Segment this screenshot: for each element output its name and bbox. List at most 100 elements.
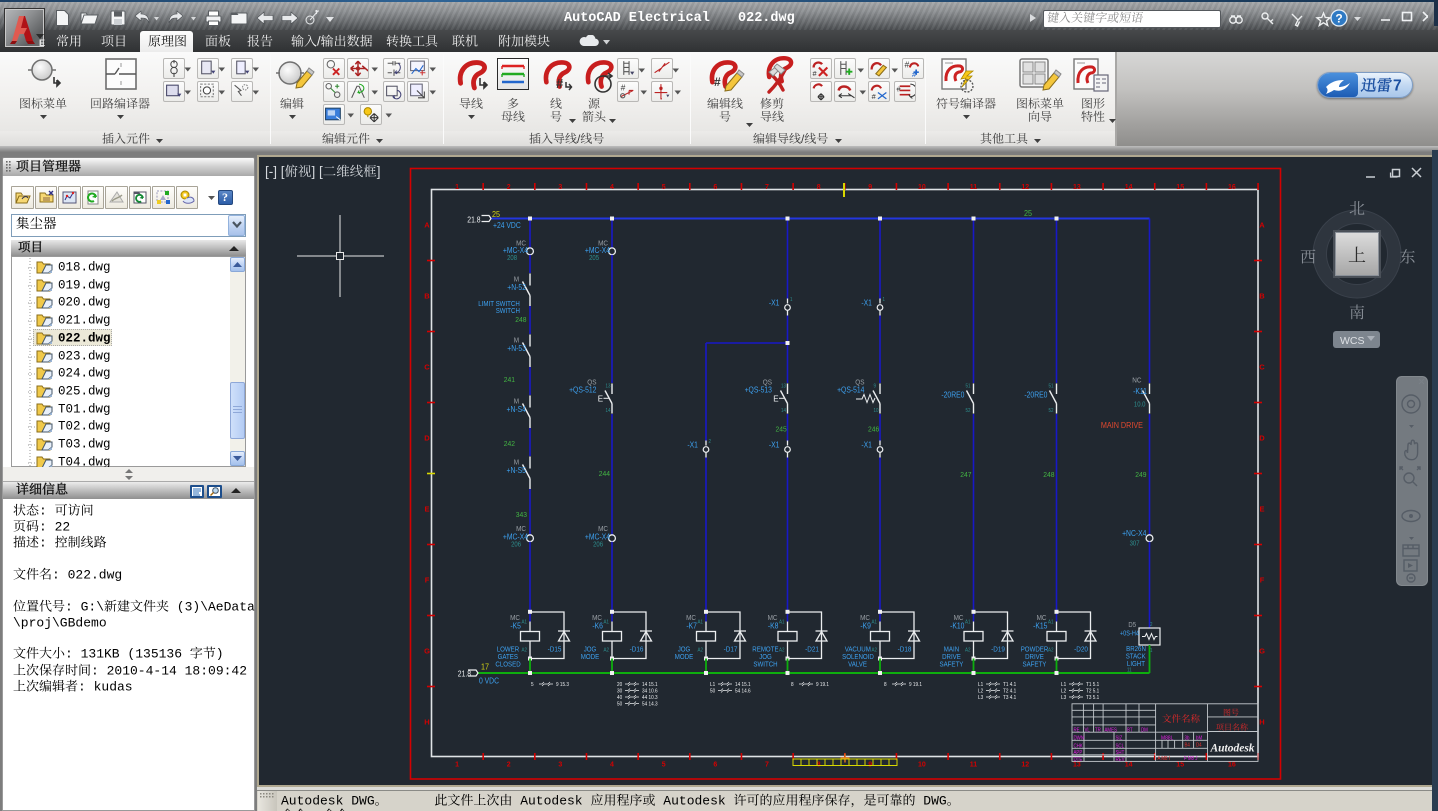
svg-text:7: 7 [765,184,769,191]
svg-text:T03.dwg: T03.dwg [58,437,111,451]
svg-text:BR26N: BR26N [1126,646,1146,654]
svg-text:+QS-513: +QS-513 [745,385,772,395]
svg-text:A M8 I: A M8 I [1158,756,1170,763]
svg-text:AutoCAD Electrical: AutoCAD Electrical [564,11,710,26]
svg-text:/: / [577,132,581,146]
svg-text:] [: ] [ [312,164,324,179]
svg-text:T2 4.1: T2 4.1 [1003,688,1016,694]
svg-text:SWITCH: SWITCH [753,661,777,669]
svg-text:9 19.1: 9 19.1 [816,682,829,688]
svg-text:A1: A1 [604,619,610,625]
svg-text:+N-52: +N-52 [507,282,526,292]
svg-text:44 10.3: 44 10.3 [642,695,658,701]
svg-text:JOG: JOG [678,646,691,654]
svg-text:: 22: : 22 [39,520,70,535]
svg-text:5: 5 [662,184,666,191]
svg-text:(3)\AeData: (3)\AeData [169,600,255,615]
svg-text:40: 40 [617,695,622,701]
svg-text:11: 11 [970,184,978,191]
svg-text:T01.dwg: T01.dwg [58,402,111,416]
svg-text:51: 51 [966,383,971,389]
svg-text:CHK: CHK [1074,743,1084,750]
svg-text:-D18: -D18 [898,646,912,654]
svg-text:C: C [1259,363,1265,372]
svg-text:L3: L3 [1061,695,1066,701]
svg-text:023.dwg: 023.dwg [58,349,111,363]
svg-text:T1 4.1: T1 4.1 [1003,682,1016,688]
svg-text:T1 5.1: T1 5.1 [1086,682,1099,688]
svg-text:SIZ: SIZ [1116,735,1123,742]
svg-text:-X1: -X1 [769,298,780,308]
svg-text:LOWER: LOWER [497,646,520,654]
svg-text:14: 14 [781,408,786,414]
svg-text:13: 13 [781,383,786,389]
svg-text:15: 15 [1176,184,1184,191]
svg-text:+N-S5: +N-S5 [507,465,526,475]
svg-text:4: 4 [610,762,614,769]
svg-text:T3 4.1: T3 4.1 [1003,695,1016,701]
svg-text:9: 9 [868,184,872,191]
svg-text:TR: TR [1095,727,1101,734]
svg-text:D: D [1259,434,1265,443]
svg-text:DWN: DWN [1074,735,1085,742]
svg-text:E: E [773,395,778,404]
svg-text:019.dwg: 019.dwg [58,278,111,292]
svg-text:343: 343 [516,511,527,519]
svg-text:8: 8 [791,682,794,688]
svg-text:D5: D5 [1128,622,1136,630]
svg-text:Autodesk DWG: Autodesk DWG [281,794,375,809]
svg-text:/: / [801,132,805,146]
svg-text:0 VDC: 0 VDC [479,676,500,686]
svg-text:206: 206 [511,541,521,549]
svg-text:F M8 J: F M8 J [1184,756,1198,763]
svg-text:SAFETY: SAFETY [940,661,964,669]
svg-text:T2 5.1: T2 5.1 [1086,688,1099,694]
svg-text:A2: A2 [698,647,704,653]
svg-text:H: H [1259,718,1264,727]
svg-text:+NC-X4: +NC-X4 [1122,528,1146,538]
svg-text:?: ? [1335,12,1342,26]
svg-text:245: 245 [776,425,787,433]
svg-text:+24 VDC: +24 VDC [493,220,521,230]
svg-text:2: 2 [507,762,511,769]
svg-text:15: 15 [1176,762,1184,769]
svg-text:L2: L2 [978,688,983,694]
svg-text:-K5: -K5 [510,621,521,631]
svg-text:E: E [598,395,603,404]
svg-text:LIGHT: LIGHT [1127,661,1146,669]
svg-text:-20RE0: -20RE0 [941,390,964,400]
svg-text:-D17: -D17 [724,646,738,654]
svg-text:POWDER: POWDER [1021,646,1049,654]
svg-text:-K15: -K15 [1033,621,1047,631]
svg-text:307: 307 [1130,540,1140,548]
svg-text:022.dwg: 022.dwg [738,11,795,26]
svg-text:G: G [1259,647,1265,656]
svg-text:A2: A2 [779,647,785,653]
svg-text:-D16: -D16 [630,646,644,654]
svg-text:10: 10 [918,184,926,191]
svg-text:Autodesk: Autodesk [656,794,734,809]
svg-text:+N-S4: +N-S4 [507,404,526,414]
svg-text:JOG: JOG [759,654,772,662]
svg-text:A1: A1 [872,619,878,625]
svg-text:E: E [1260,505,1265,514]
svg-text:51: 51 [1049,383,1054,389]
svg-text:NC: NC [1132,377,1141,385]
svg-text:SCL: SCL [1116,743,1125,750]
svg-text:L1: L1 [710,682,715,688]
svg-text:#: # [714,75,721,89]
svg-text:: 131KB (135136: : 131KB (135136 [65,647,190,662]
svg-text:STACK: STACK [1126,653,1146,661]
svg-text:: 2010-4-14 18:09:42: : 2010-4-14 18:09:42 [91,664,247,679]
svg-text:246: 246 [868,425,879,433]
svg-text:4: 4 [610,184,614,191]
svg-text:10: 10 [874,408,879,414]
svg-text::: : [39,536,55,551]
svg-text:VALVE: VALVE [848,661,867,669]
svg-text:-K7: -K7 [686,621,697,631]
svg-text:]: ] [377,164,381,179]
svg-text:2: 2 [709,439,712,445]
svg-text:SWITCH: SWITCH [496,308,520,316]
svg-text:E: E [425,505,430,514]
svg-text:+QS-514: +QS-514 [837,385,864,395]
